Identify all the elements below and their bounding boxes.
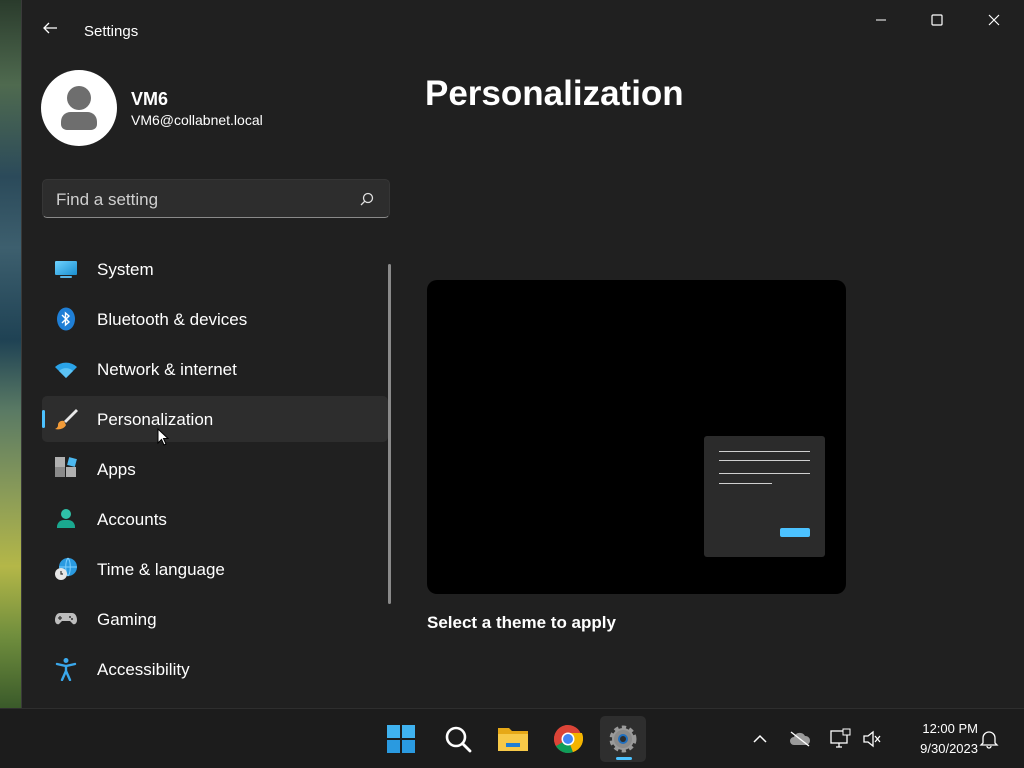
close-button[interactable] bbox=[966, 4, 1022, 36]
sidebar-nav: System Bluetooth & devices Network & int… bbox=[42, 246, 388, 696]
minimize-icon bbox=[876, 19, 886, 21]
settings-window: Settings VM6 VM6@collabnet.local Find a … bbox=[21, 0, 1024, 708]
sidebar-item-label: Network & internet bbox=[97, 360, 237, 379]
search-placeholder: Find a setting bbox=[56, 190, 159, 209]
search-icon bbox=[445, 726, 472, 753]
sidebar-item-personalization[interactable]: Personalization bbox=[42, 396, 388, 442]
preview-text-line bbox=[719, 451, 810, 452]
sidebar-item-label: Accessibility bbox=[97, 660, 190, 679]
volume-muted-icon bbox=[863, 730, 881, 748]
user-name: VM6 bbox=[131, 89, 169, 109]
sidebar-item-label: Apps bbox=[97, 460, 136, 479]
selection-indicator bbox=[42, 410, 45, 428]
sidebar-item-bluetooth[interactable]: Bluetooth & devices bbox=[42, 296, 388, 342]
sidebar-item-accounts[interactable]: Accounts bbox=[42, 496, 388, 542]
sidebar-scrollbar[interactable] bbox=[388, 264, 391, 604]
minimize-button[interactable] bbox=[853, 4, 909, 36]
settings-icon bbox=[609, 725, 637, 753]
close-icon bbox=[988, 14, 1000, 26]
maximize-button[interactable] bbox=[909, 4, 965, 36]
gamepad-icon bbox=[54, 607, 78, 631]
start-button[interactable] bbox=[378, 716, 424, 762]
person-avatar-icon bbox=[61, 86, 97, 130]
globe-clock-icon bbox=[54, 557, 78, 581]
sidebar-item-network[interactable]: Network & internet bbox=[42, 346, 388, 392]
network-tray[interactable] bbox=[828, 727, 852, 751]
theme-caption: Select a theme to apply bbox=[427, 613, 616, 632]
paintbrush-icon bbox=[54, 407, 78, 431]
network-disconnected-icon bbox=[830, 728, 851, 748]
notification-button[interactable] bbox=[977, 727, 1001, 751]
show-hidden-icons-button[interactable] bbox=[748, 727, 772, 751]
sidebar-item-time-language[interactable]: Time & language bbox=[42, 546, 388, 592]
onedrive-tray[interactable] bbox=[788, 727, 812, 751]
system-icon bbox=[54, 257, 78, 281]
onedrive-offline-icon bbox=[790, 731, 811, 747]
search-icon[interactable] bbox=[359, 191, 375, 212]
clock-date: 9/30/2023 bbox=[920, 741, 978, 756]
windows-start-icon bbox=[387, 725, 415, 753]
chrome-icon bbox=[554, 725, 583, 754]
user-email: VM6@collabnet.local bbox=[131, 112, 263, 128]
back-arrow-icon bbox=[43, 22, 57, 34]
clock-time: 12:00 PM bbox=[922, 721, 978, 736]
sidebar-item-label: System bbox=[97, 260, 154, 279]
sidebar-item-accessibility[interactable]: Accessibility bbox=[42, 646, 388, 692]
preview-text-line bbox=[719, 473, 810, 474]
theme-preview bbox=[427, 280, 846, 594]
apps-icon bbox=[54, 457, 78, 481]
accessibility-icon bbox=[54, 657, 78, 681]
mouse-cursor-icon bbox=[157, 427, 170, 451]
sidebar-item-label: Bluetooth & devices bbox=[97, 310, 248, 329]
desktop-wallpaper bbox=[0, 0, 21, 708]
title-bar: Settings bbox=[22, 0, 1024, 40]
file-explorer-icon bbox=[498, 728, 528, 751]
accounts-icon bbox=[54, 507, 78, 531]
sidebar-item-gaming[interactable]: Gaming bbox=[42, 596, 388, 642]
notification-bell-icon bbox=[979, 731, 999, 749]
user-avatar[interactable] bbox=[41, 70, 117, 146]
search-input[interactable]: Find a setting bbox=[42, 179, 390, 218]
sidebar-item-label: Personalization bbox=[97, 410, 214, 429]
taskbar-file-explorer[interactable] bbox=[490, 716, 536, 762]
active-app-indicator bbox=[616, 757, 632, 760]
back-button[interactable] bbox=[36, 14, 64, 42]
sidebar-item-label: Time & language bbox=[97, 560, 225, 579]
maximize-icon bbox=[931, 14, 943, 26]
taskbar-settings[interactable] bbox=[600, 716, 646, 762]
volume-tray[interactable] bbox=[860, 727, 884, 751]
preview-window bbox=[704, 436, 825, 557]
preview-text-line bbox=[719, 460, 810, 461]
wifi-icon bbox=[54, 357, 78, 381]
sidebar-item-system[interactable]: System bbox=[42, 246, 388, 292]
sidebar-item-apps[interactable]: Apps bbox=[42, 446, 388, 492]
page-title: Personalization bbox=[425, 74, 684, 113]
app-title: Settings bbox=[84, 23, 139, 40]
taskbar: 12:00 PM 9/30/2023 bbox=[0, 708, 1024, 768]
sidebar-item-label: Gaming bbox=[97, 610, 157, 629]
taskbar-search-button[interactable] bbox=[435, 716, 481, 762]
preview-text-line bbox=[719, 483, 772, 484]
taskbar-chrome[interactable] bbox=[545, 716, 591, 762]
preview-accent-button bbox=[780, 528, 810, 537]
bluetooth-icon bbox=[54, 307, 78, 331]
taskbar-clock[interactable]: 12:00 PM 9/30/2023 bbox=[892, 719, 978, 759]
sidebar-item-label: Accounts bbox=[97, 510, 167, 529]
chevron-up-icon bbox=[753, 734, 767, 743]
